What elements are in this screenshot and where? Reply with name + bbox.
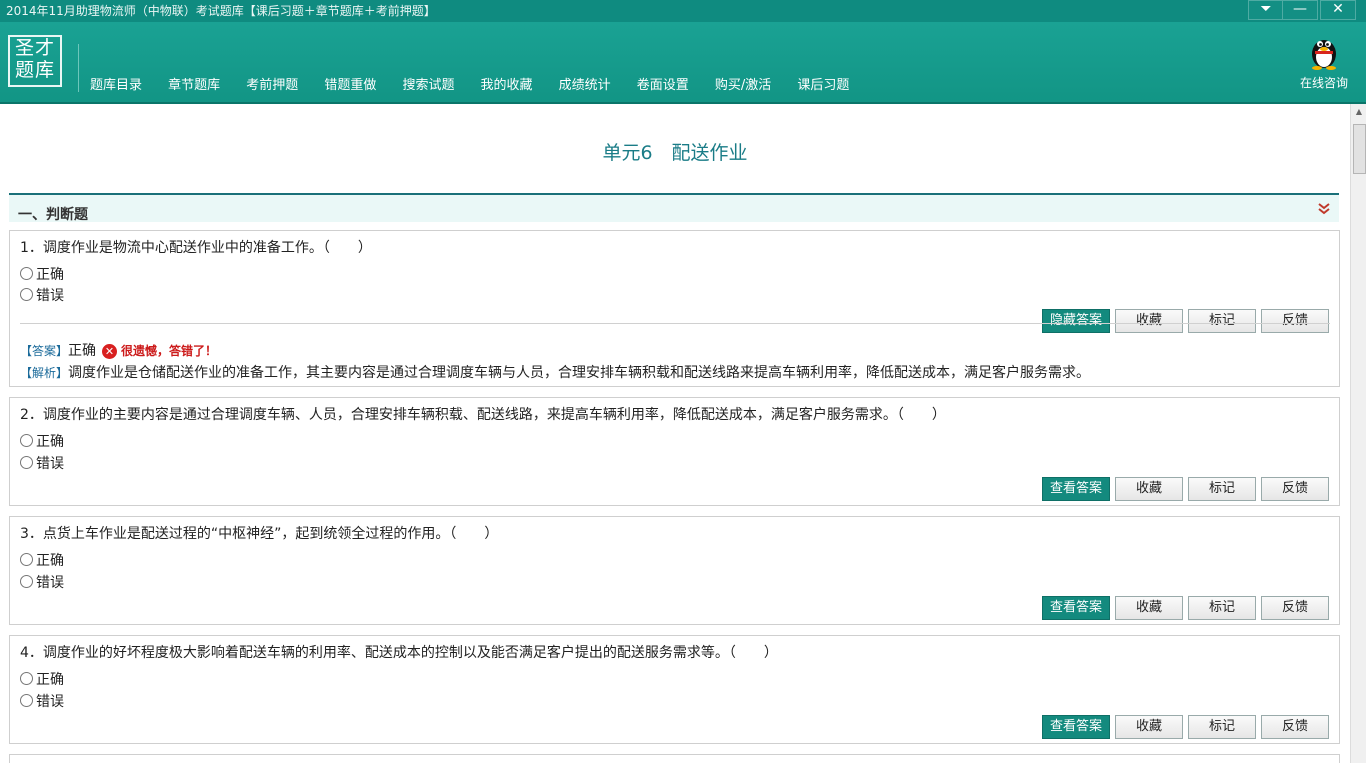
vertical-scrollbar[interactable]: ▲: [1350, 104, 1366, 763]
radio-icon[interactable]: [20, 456, 33, 469]
view-answer-button[interactable]: 查看答案: [1042, 715, 1110, 739]
option-false[interactable]: 错误: [20, 691, 64, 711]
radio-icon[interactable]: [20, 575, 33, 588]
app-logo: 圣才 题库: [8, 35, 62, 87]
logo-line2: 题库: [14, 59, 55, 81]
error-x-icon: ✕: [102, 344, 118, 359]
nav-item-pre-exam[interactable]: 考前押题: [246, 74, 298, 93]
favorite-button[interactable]: 收藏: [1115, 309, 1183, 333]
window-menu-button[interactable]: ⏷: [1248, 0, 1284, 20]
nav-item-exercises[interactable]: 课后习题: [797, 74, 849, 93]
nav-item-purchase[interactable]: 购买/激活: [715, 74, 771, 93]
minimize-button[interactable]: —: [1282, 0, 1318, 20]
app-header: 圣才 题库 题库目录 章节题库 考前押题 错题重做 搜索试题 我的收藏 成绩统计…: [0, 22, 1366, 104]
analysis-row: 【解析】调度作业是仓储配送作业的准备工作，其主要内容是通过合理调度车辆与人员，合…: [20, 362, 1090, 382]
section-header[interactable]: 一、判断题: [9, 193, 1339, 223]
hide-answer-button[interactable]: 隐藏答案: [1042, 309, 1110, 333]
nav-item-redo-wrong[interactable]: 错题重做: [324, 74, 376, 93]
option-false[interactable]: 错误: [20, 453, 64, 473]
nav-item-favorites[interactable]: 我的收藏: [481, 74, 533, 93]
option-true[interactable]: 正确: [20, 550, 64, 570]
question-pane: 单元6 配送作业 一、判断题 1．调度作业是物流中心配送作业中的准备工作。（ ）…: [0, 104, 1350, 763]
view-answer-button[interactable]: 查看答案: [1042, 596, 1110, 620]
option-false[interactable]: 错误: [20, 572, 64, 592]
main-nav: 题库目录 章节题库 考前押题 错题重做 搜索试题 我的收藏 成绩统计 卷面设置 …: [90, 74, 870, 94]
radio-icon[interactable]: [20, 267, 33, 280]
nav-item-scores[interactable]: 成绩统计: [559, 74, 611, 93]
question-card-2: 2．调度作业的主要内容是通过合理调度车辆、人员，合理安排车辆积载、配送线路，来提…: [9, 397, 1340, 506]
answer-divider: [20, 323, 1330, 324]
close-button[interactable]: ✕: [1320, 0, 1356, 20]
nav-item-chapter-bank[interactable]: 章节题库: [168, 74, 220, 93]
online-consult-label: 在线咨询: [1299, 76, 1348, 90]
header-divider: [78, 44, 79, 92]
answer-row: 【答案】正确 ✕ 很遗憾，答错了！: [20, 340, 217, 360]
logo-line1: 圣才: [14, 37, 55, 59]
window-title: 2014年11月助理物流师（中物联）考试题库【课后习题＋章节题库＋考前押题】: [6, 4, 436, 18]
window-title-bar: 2014年11月助理物流师（中物联）考试题库【课后习题＋章节题库＋考前押题】 ⏷…: [0, 0, 1366, 22]
feedback-button[interactable]: 反馈: [1261, 309, 1329, 333]
radio-icon[interactable]: [20, 553, 33, 566]
mark-button[interactable]: 标记: [1188, 309, 1256, 333]
option-false[interactable]: 错误: [20, 285, 64, 305]
feedback-button[interactable]: 反馈: [1261, 596, 1329, 620]
favorite-button[interactable]: 收藏: [1115, 715, 1183, 739]
question-card-3: 3．点货上车作业是配送过程的“中枢神经”，起到统领全过程的作用。（ ） 正确 错…: [9, 516, 1340, 625]
unit-title: 单元6 配送作业: [602, 142, 748, 164]
qq-penguin-icon: [1312, 40, 1336, 70]
double-chevron-down-icon[interactable]: [1317, 202, 1331, 216]
mark-button[interactable]: 标记: [1188, 715, 1256, 739]
scroll-thumb[interactable]: [1353, 124, 1366, 174]
question-card-5: [9, 754, 1340, 763]
radio-icon[interactable]: [20, 434, 33, 447]
section-title: 一、判断题: [18, 207, 88, 223]
favorite-button[interactable]: 收藏: [1115, 596, 1183, 620]
question-text: 2．调度作业的主要内容是通过合理调度车辆、人员，合理安排车辆积载、配送线路，来提…: [20, 407, 946, 423]
question-text: 1．调度作业是物流中心配送作业中的准备工作。（ ）: [20, 240, 372, 256]
answer-value: 正确: [68, 343, 97, 359]
analysis-label: 【解析】: [20, 366, 69, 380]
online-consult[interactable]: 在线咨询: [1298, 32, 1350, 91]
option-true[interactable]: 正确: [20, 669, 64, 689]
scroll-up-arrow-icon[interactable]: ▲: [1351, 104, 1366, 120]
question-text: 3．点货上车作业是配送过程的“中枢神经”，起到统领全过程的作用。（ ）: [20, 526, 499, 542]
answer-label: 【答案】: [20, 344, 69, 358]
question-text: 4．调度作业的好坏程度极大影响着配送车辆的利用率、配送成本的控制以及能否满足客户…: [20, 645, 778, 661]
favorite-button[interactable]: 收藏: [1115, 477, 1183, 501]
radio-icon[interactable]: [20, 672, 33, 685]
option-true[interactable]: 正确: [20, 431, 64, 451]
nav-item-search[interactable]: 搜索试题: [402, 74, 454, 93]
mark-button[interactable]: 标记: [1188, 477, 1256, 501]
feedback-button[interactable]: 反馈: [1261, 477, 1329, 501]
mark-button[interactable]: 标记: [1188, 596, 1256, 620]
analysis-text: 调度作业是仓储配送作业的准备工作，其主要内容是通过合理调度车辆与人员，合理安排车…: [68, 365, 1091, 381]
feedback-button[interactable]: 反馈: [1261, 715, 1329, 739]
wrong-message: 很遗憾，答错了！: [121, 344, 218, 358]
radio-icon[interactable]: [20, 288, 33, 301]
question-card-1: 1．调度作业是物流中心配送作业中的准备工作。（ ） 正确 错误 隐藏答案 收藏 …: [9, 230, 1340, 387]
nav-item-layout-settings[interactable]: 卷面设置: [637, 74, 689, 93]
option-true[interactable]: 正确: [20, 264, 64, 284]
nav-item-catalog[interactable]: 题库目录: [90, 74, 142, 93]
radio-icon[interactable]: [20, 694, 33, 707]
question-card-4: 4．调度作业的好坏程度极大影响着配送车辆的利用率、配送成本的控制以及能否满足客户…: [9, 635, 1340, 744]
view-answer-button[interactable]: 查看答案: [1042, 477, 1110, 501]
